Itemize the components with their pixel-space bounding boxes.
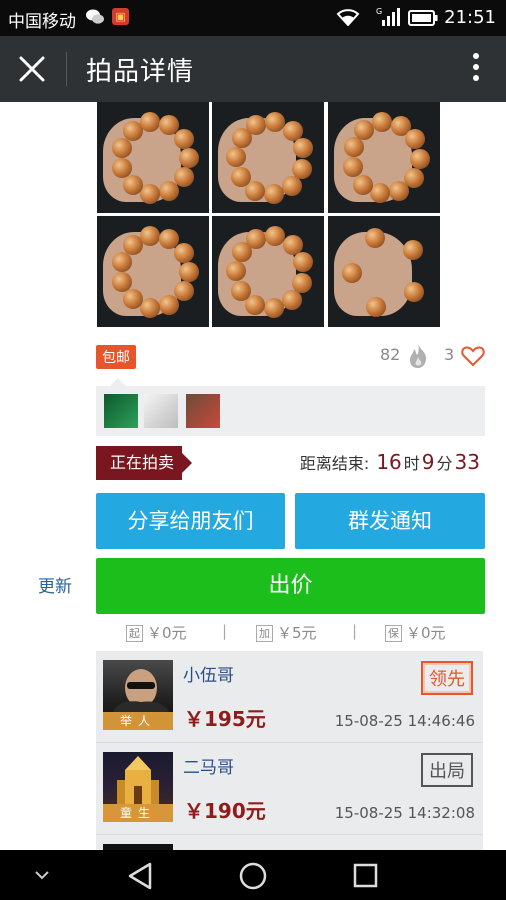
- app-notification-icon: ▣: [112, 8, 129, 25]
- bead: [179, 148, 199, 168]
- svg-text:G: G: [376, 7, 382, 16]
- heart-icon[interactable]: [461, 345, 485, 367]
- deposit-price: 保 ￥0元: [385, 622, 446, 643]
- wifi-icon: [336, 9, 360, 26]
- item-photo[interactable]: [97, 102, 209, 213]
- out-stamp: 出局: [421, 753, 473, 787]
- place-bid-button[interactable]: 出价: [96, 558, 485, 614]
- increment-price: 加 ￥5元: [256, 622, 317, 643]
- bid-row[interactable]: 童生 二马哥 ￥190元 出局 15-08-25 14:32:08: [96, 743, 483, 835]
- bidder-avatar[interactable]: 童生: [103, 752, 173, 822]
- recents-icon[interactable]: [353, 863, 378, 888]
- bead: [173, 128, 194, 149]
- bidder-role: 举人: [103, 712, 173, 730]
- bead: [353, 174, 373, 195]
- wechat-icon: [86, 9, 104, 24]
- status-bar: 中国移动 ▣ G 21:51: [0, 0, 506, 36]
- bead: [159, 180, 180, 201]
- photo-grid: [97, 102, 440, 328]
- view-count: 82: [380, 345, 401, 364]
- auction-status-tag: 正在拍卖: [96, 446, 192, 480]
- bead: [264, 297, 285, 318]
- battery-icon: [408, 10, 438, 26]
- bid-price: ￥190元: [184, 799, 266, 823]
- bead: [231, 167, 252, 188]
- bead: [364, 228, 385, 249]
- carrier-name: 中国移动: [8, 12, 76, 32]
- flame-icon: [410, 344, 427, 368]
- auction-params: 起 ￥0元 | 加 ￥5元 | 保 ￥0元: [96, 622, 485, 642]
- bead: [281, 175, 302, 196]
- share-to-friends-button[interactable]: 分享给朋友们: [96, 493, 285, 549]
- item-photo[interactable]: [212, 102, 324, 213]
- bead: [281, 289, 302, 310]
- bead: [404, 282, 425, 303]
- chevron-down-icon[interactable]: [35, 871, 49, 880]
- update-link[interactable]: 更新: [38, 572, 72, 597]
- group-notify-button[interactable]: 群发通知: [295, 493, 485, 549]
- bead: [292, 138, 313, 159]
- leading-stamp: 领先: [421, 661, 473, 695]
- item-photo[interactable]: [328, 216, 440, 327]
- auction-detail-content: 包邮 82 3 正在拍卖 距离结束: 16 时 9 分 33 分享给朋友们 群发通知 更…: [0, 102, 506, 850]
- bidder-name[interactable]: 小伍哥: [183, 661, 234, 686]
- countdown-label: 距离结束:: [299, 454, 370, 473]
- bead: [292, 252, 313, 273]
- bead: [342, 263, 362, 284]
- param-separator: |: [222, 622, 228, 640]
- participant-avatar[interactable]: [144, 394, 178, 428]
- bead: [402, 240, 423, 261]
- navigation-bar: [0, 850, 506, 900]
- bidder-name[interactable]: 二马哥: [183, 753, 234, 778]
- participant-avatar[interactable]: [104, 394, 138, 428]
- countdown-hours: 16: [376, 450, 402, 474]
- participants-strip[interactable]: [96, 378, 485, 436]
- title-divider: [66, 52, 67, 86]
- hours-unit: 时: [403, 454, 420, 473]
- countdown: 距离结束: 16 时 9 分 33: [300, 450, 482, 474]
- bead: [179, 262, 199, 282]
- bead: [389, 181, 410, 202]
- param-separator: |: [352, 622, 358, 640]
- bead: [405, 129, 426, 150]
- bead: [264, 183, 285, 204]
- signal-icon: G: [376, 7, 400, 26]
- bead: [122, 175, 143, 196]
- bid-time: 15-08-25 14:46:46: [334, 712, 475, 730]
- bead: [231, 281, 252, 302]
- more-vertical-icon[interactable]: [472, 53, 480, 85]
- start-price: 起 ￥0元: [126, 622, 187, 643]
- close-icon[interactable]: [18, 55, 46, 83]
- home-icon[interactable]: [239, 862, 267, 890]
- countdown-seconds: 33: [454, 450, 480, 474]
- bead: [140, 297, 161, 318]
- bead: [343, 136, 364, 157]
- bead: [173, 242, 194, 263]
- item-photo[interactable]: [212, 216, 324, 327]
- bid-list: 举人 小伍哥 ￥195元 领先 15-08-25 14:46:46 童生 二马哥…: [96, 651, 483, 850]
- bid-row[interactable]: [96, 835, 483, 850]
- bidder-avatar[interactable]: 举人: [103, 660, 173, 730]
- bid-time: 15-08-25 14:32:08: [334, 804, 475, 822]
- clock: 21:51: [444, 7, 496, 28]
- bead: [140, 183, 161, 204]
- bid-row[interactable]: 举人 小伍哥 ￥195元 领先 15-08-25 14:46:46: [96, 651, 483, 743]
- title-bar: 拍品详情: [0, 36, 506, 102]
- countdown-minutes: 9: [421, 450, 435, 474]
- bead: [409, 149, 430, 170]
- bead: [122, 289, 143, 310]
- page-title: 拍品详情: [86, 57, 195, 87]
- back-icon[interactable]: [128, 862, 152, 890]
- like-count: 3: [444, 345, 455, 364]
- free-shipping-badge: 包邮: [96, 345, 136, 369]
- item-photo[interactable]: [97, 216, 209, 327]
- bead: [159, 294, 180, 315]
- participant-avatar[interactable]: [186, 394, 220, 428]
- item-photo[interactable]: [328, 102, 440, 213]
- minutes-unit: 分: [436, 454, 453, 473]
- bid-price: ￥195元: [184, 707, 266, 731]
- bead: [366, 296, 387, 317]
- bidder-role: 童生: [103, 804, 173, 822]
